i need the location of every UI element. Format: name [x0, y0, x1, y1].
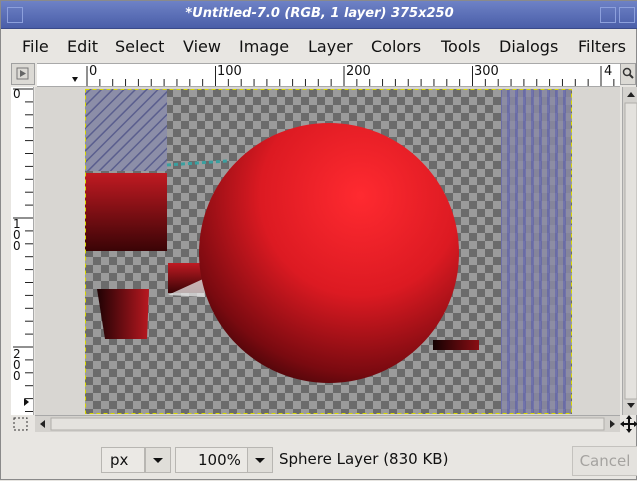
menu-bar: File Edit Select View Image Layer Colors…	[1, 31, 637, 61]
menu-file[interactable]: File	[22, 37, 49, 56]
ruler-label-300: 300	[474, 64, 499, 79]
dark-red-bar	[433, 340, 479, 350]
red-cup-shape	[97, 289, 149, 339]
menu-filters[interactable]: Filters	[578, 37, 626, 56]
menu-edit[interactable]: Edit	[67, 37, 98, 56]
quick-mask-icon	[13, 417, 28, 431]
dropdown-arrow-icon	[153, 458, 163, 463]
window-title: *Untitled-7.0 (RGB, 1 layer) 375x250	[185, 6, 454, 21]
zoom-dropdown-button[interactable]	[247, 447, 273, 473]
close-button[interactable]	[619, 7, 635, 23]
title-bar[interactable]: *Untitled-7.0 (RGB, 1 layer) 375x250	[1, 1, 637, 29]
zoom-toggle-button[interactable]	[620, 63, 636, 85]
scroll-left-icon[interactable]	[40, 420, 45, 428]
ruler-label-100: 100	[217, 64, 242, 79]
vertical-scroll-thumb[interactable]	[624, 102, 637, 400]
menu-layer[interactable]: Layer	[308, 37, 353, 56]
ruler-label-v100: 1 0 0	[13, 217, 21, 253]
ruler-label-0: 0	[89, 64, 98, 79]
ruler-label-v0: 0	[13, 87, 21, 101]
horizontal-scrollbar[interactable]	[35, 415, 620, 432]
menu-select[interactable]: Select	[115, 37, 164, 56]
image-canvas[interactable]	[35, 87, 620, 415]
zoom-value: 100%	[198, 451, 241, 469]
menu-view[interactable]: View	[183, 37, 221, 56]
status-bar: px 100% Sphere Layer (830 KB) Cancel	[1, 435, 637, 481]
horizontal-scroll-thumb[interactable]	[50, 417, 605, 431]
pointer-marker-v	[24, 398, 29, 406]
pointer-marker	[72, 77, 78, 82]
hatched-layer-region	[85, 89, 167, 171]
red-square-shape	[85, 173, 167, 251]
image-menu-button[interactable]	[11, 63, 35, 85]
vertical-scrollbar[interactable]	[622, 87, 637, 415]
gimp-image-window: *Untitled-7.0 (RGB, 1 layer) 375x250 Fil…	[0, 0, 637, 480]
menu-dialogs[interactable]: Dialogs	[499, 37, 558, 56]
navigate-button[interactable]	[620, 415, 637, 433]
zoom-icon	[622, 67, 634, 79]
menu-image[interactable]: Image	[239, 37, 289, 56]
navigate-icon	[620, 415, 637, 433]
ruler-label-400: 4	[604, 64, 613, 79]
cancel-button[interactable]: Cancel	[572, 446, 637, 476]
minimize-button[interactable]	[600, 7, 616, 23]
striped-layer-region	[501, 89, 571, 414]
status-message: Sphere Layer (830 KB)	[279, 450, 449, 468]
red-sphere	[199, 123, 459, 383]
unit-value: px	[110, 451, 129, 469]
zoom-select[interactable]: 100%	[175, 447, 249, 473]
ruler-label-200: 200	[346, 64, 371, 79]
menu-colors[interactable]: Colors	[371, 37, 421, 56]
unit-dropdown-button[interactable]	[145, 447, 171, 473]
ruler-label-v200: 2 0 0	[13, 347, 21, 383]
vertical-ruler[interactable]: 0 1 0 0 2 0 0	[11, 87, 34, 415]
quick-mask-toggle[interactable]	[11, 415, 33, 433]
unit-select[interactable]: px	[101, 447, 145, 473]
menu-tools[interactable]: Tools	[441, 37, 480, 56]
scroll-down-icon[interactable]	[627, 403, 635, 408]
horizontal-ruler[interactable]: 0 100 200 300 4	[37, 63, 620, 87]
nav-menu-icon	[16, 67, 29, 80]
scroll-right-icon[interactable]	[610, 420, 615, 428]
dropdown-arrow-icon	[255, 458, 265, 463]
scroll-up-icon[interactable]	[627, 92, 635, 97]
